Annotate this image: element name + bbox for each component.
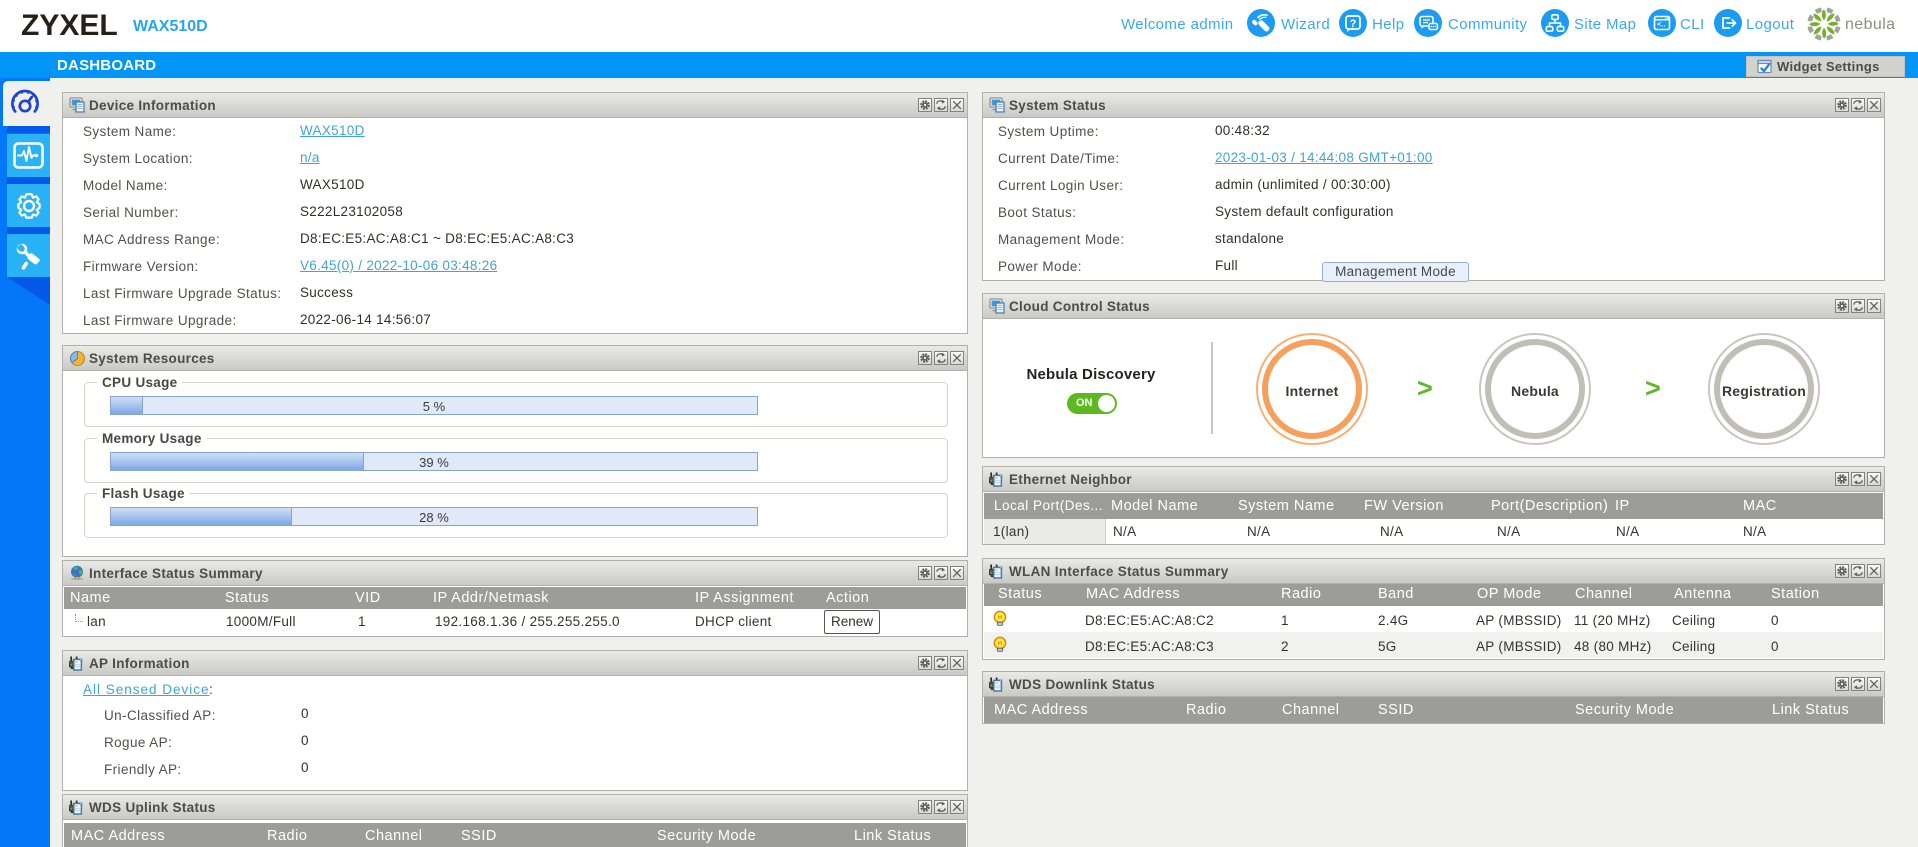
svg-text:<..: <..: [1657, 20, 1666, 29]
svg-text:?: ?: [1350, 18, 1357, 30]
